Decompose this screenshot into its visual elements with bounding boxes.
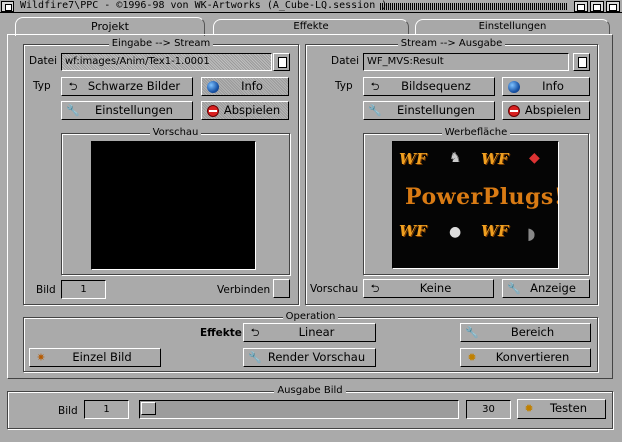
wf-logo: WF <box>399 222 427 240</box>
output-settings-label: Einstellungen <box>397 103 475 117</box>
end-frame-field: 30 <box>466 400 511 419</box>
iconify-gadget-icon[interactable] <box>590 1 604 12</box>
gear-icon: ✹ <box>467 351 477 364</box>
input-play-button[interactable]: Abspielen <box>201 101 289 120</box>
mouse-icon: ◆ <box>529 150 540 166</box>
output-type-label: Bildsequenz <box>401 79 471 93</box>
input-frame-field[interactable]: 1 <box>61 280 106 299</box>
globe-icon <box>206 80 220 93</box>
input-type-label: Schwarze Bilder <box>87 79 181 93</box>
wf-logo: WF <box>399 150 427 168</box>
powerplugs-logo: PowerPlugs! <box>405 184 559 210</box>
bereich-button[interactable]: 🔧 Bereich <box>460 323 591 342</box>
film-icon: ✷ <box>36 351 46 364</box>
render-vorschau-label: Render Vorschau <box>267 350 366 364</box>
testen-button[interactable]: ✹ Testen <box>517 399 606 419</box>
input-group-title: Eingabe --> Stream <box>108 38 214 49</box>
cycle-icon: ⮌ <box>68 80 78 93</box>
zoom-gadget-icon[interactable] <box>574 1 588 12</box>
input-info-label: Info <box>241 79 263 93</box>
cycle-icon: ⮌ <box>370 80 380 93</box>
input-info-button[interactable]: Info <box>201 77 289 96</box>
sphere-icon: ● <box>449 224 462 240</box>
frame-slider-knob[interactable] <box>141 402 156 415</box>
gear-icon: ✹ <box>524 402 534 415</box>
bereich-label: Bereich <box>510 325 555 339</box>
globe-icon <box>507 80 521 93</box>
output-group-title: Stream --> Ausgabe <box>397 38 506 49</box>
effekte-cycle-button[interactable]: ⮌ Linear <box>243 323 376 342</box>
window-title-bar[interactable]: Wildfire7\PPC - ©1996-98 von WK-Artworks… <box>0 0 622 13</box>
stop-sign-icon <box>507 104 521 117</box>
linear-label: Linear <box>298 325 335 339</box>
wf-logo: WF <box>481 222 509 240</box>
depth-gadget-icon[interactable] <box>606 1 620 12</box>
title-bar-stripes <box>380 3 568 10</box>
frame-slider[interactable] <box>139 400 459 419</box>
close-gadget-icon[interactable] <box>1 1 14 12</box>
input-datei-label: Datei <box>29 55 58 67</box>
cycle-icon: ⮌ <box>250 326 260 339</box>
cycle-icon: ⮌ <box>370 282 380 295</box>
ausgabe-bild-title: Ausgabe Bild <box>274 385 346 396</box>
wrench-icon: 🔧 <box>66 104 80 117</box>
input-file-requester-icon[interactable] <box>273 53 290 71</box>
verbinden-checkbox[interactable] <box>273 279 290 298</box>
anzeige-button[interactable]: 🔧 Anzeige <box>502 279 590 298</box>
output-vorschau-label: Vorschau <box>310 283 359 295</box>
einzel-bild-label: Einzel Bild <box>72 350 132 364</box>
output-file-requester-icon[interactable] <box>573 53 590 71</box>
output-play-label: Abspielen <box>524 103 582 117</box>
input-typ-label: Typ <box>33 80 51 92</box>
konvertieren-button[interactable]: ✹ Konvertieren <box>460 348 591 367</box>
output-settings-button[interactable]: 🔧 Einstellungen <box>363 101 495 120</box>
testen-label: Testen <box>549 401 587 415</box>
operation-title: Operation <box>282 311 339 322</box>
wf-logo: WF <box>481 150 509 168</box>
werbeflaeche-title: Werbefläche <box>441 127 511 138</box>
input-bild-label: Bild <box>36 284 56 296</box>
anzeige-label: Anzeige <box>530 281 576 295</box>
wrench-icon: 🔧 <box>248 351 262 364</box>
konvertieren-label: Konvertieren <box>495 350 570 364</box>
wrench-icon: 🔧 <box>465 326 479 339</box>
input-settings-button[interactable]: 🔧 Einstellungen <box>61 101 193 120</box>
input-preview-image <box>91 141 256 270</box>
robot-icon: ♞ <box>449 150 462 166</box>
advertisement-image: WF ♞ WF ◆ PowerPlugs! WF ● WF ◗ <box>392 141 559 269</box>
verbinden-label: Verbinden <box>217 284 271 296</box>
ausgabe-frame-field[interactable]: 1 <box>84 400 129 419</box>
tab-einstellungen[interactable]: Einstellungen <box>415 19 610 34</box>
stop-sign-icon <box>206 104 220 117</box>
tab-effekte[interactable]: Effekte <box>213 19 409 34</box>
input-type-cycle-button[interactable]: ⮌ Schwarze Bilder <box>61 77 193 96</box>
output-info-button[interactable]: Info <box>502 77 590 96</box>
mouse-icon: ◗ <box>527 224 536 243</box>
render-vorschau-button[interactable]: 🔧 Render Vorschau <box>243 348 376 367</box>
output-play-button[interactable]: Abspielen <box>502 101 590 120</box>
output-preview-label: Keine <box>419 281 452 295</box>
output-preview-cycle-button[interactable]: ⮌ Keine <box>363 279 494 298</box>
ausgabe-bild-label: Bild <box>58 405 78 417</box>
output-typ-label: Typ <box>335 80 353 92</box>
output-datei-label: Datei <box>331 55 360 67</box>
wrench-icon: 🔧 <box>507 282 521 295</box>
input-settings-label: Einstellungen <box>95 103 173 117</box>
input-play-label: Abspielen <box>223 103 281 117</box>
output-info-label: Info <box>542 79 564 93</box>
output-file-field[interactable]: WF_MVS:Result <box>363 53 569 71</box>
input-file-field[interactable]: wf:images/Anim/Tex1-1.0001 <box>61 53 272 71</box>
input-preview-title: Vorschau <box>149 127 202 138</box>
window-title: Wildfire7\PPC - ©1996-98 von WK-Artworks… <box>20 0 388 11</box>
effekte-label: Effekte <box>200 327 242 339</box>
output-type-cycle-button[interactable]: ⮌ Bildsequenz <box>363 77 495 96</box>
einzel-bild-button[interactable]: ✷ Einzel Bild <box>29 348 161 367</box>
wrench-icon: 🔧 <box>368 104 382 117</box>
